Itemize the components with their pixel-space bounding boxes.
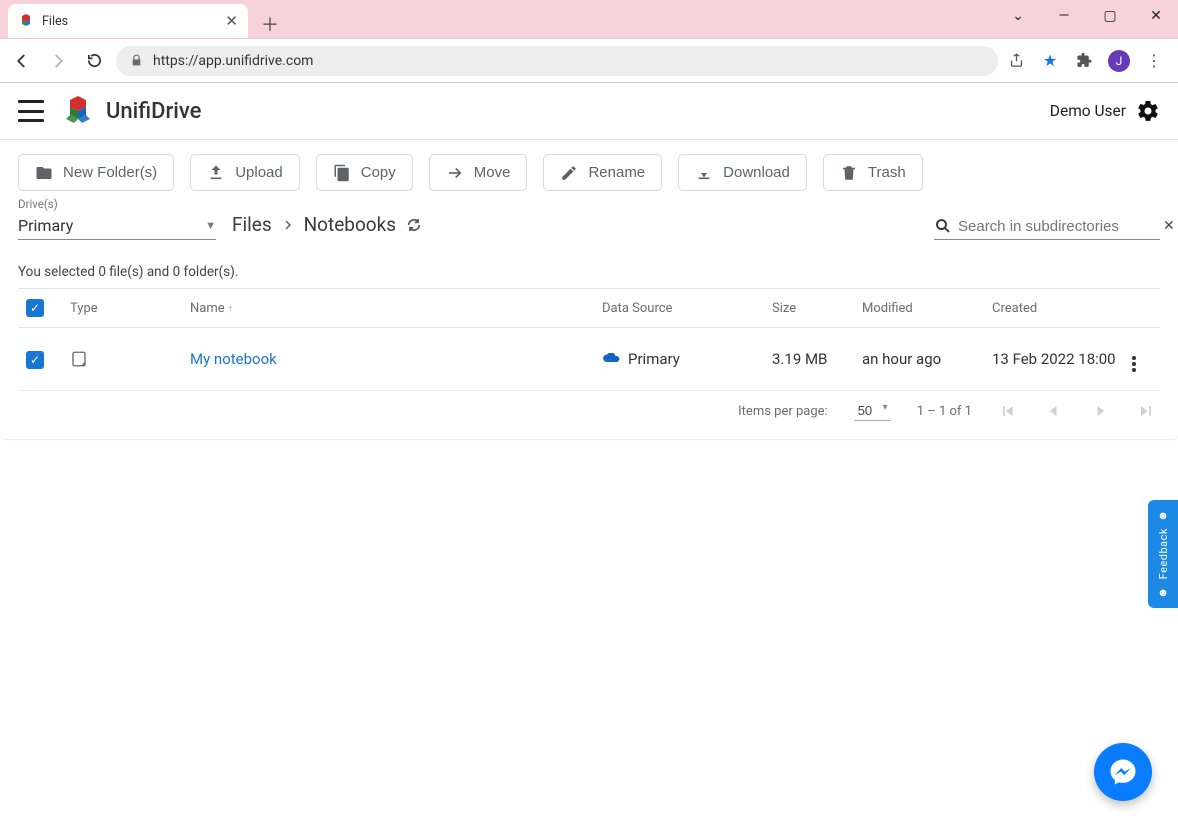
menu-toggle-button[interactable] [18,100,44,122]
rename-button[interactable]: Rename [543,154,662,191]
feedback-tab[interactable]: ☻ Feedback ☻ [1148,500,1178,608]
new-folder-button[interactable]: New Folder(s) [18,154,174,191]
minimize-button[interactable]: — [1050,6,1078,26]
tab-title: Files [42,14,68,29]
clear-search-icon[interactable]: ✕ [1163,218,1175,234]
col-modified[interactable]: Modified [854,289,984,328]
window-controls: ⌄ — ▢ ✕ [1004,6,1170,26]
copy-button[interactable]: Copy [316,154,413,191]
action-toolbar: New Folder(s) Upload Copy Move Rename Do… [18,154,1160,191]
col-size[interactable]: Size [764,289,854,328]
page-range: 1 – 1 of 1 [917,404,972,419]
download-button[interactable]: Download [678,154,807,191]
search-input[interactable] [958,218,1157,235]
created-value: 13 Feb 2022 18:00 [984,328,1124,391]
drive-select[interactable]: Drive(s) Primary ▼ [18,197,216,240]
col-created[interactable]: Created [984,289,1124,328]
trash-label: Trash [868,164,906,181]
app-header: UnifiDrive Demo User [0,83,1178,140]
move-button[interactable]: Move [429,154,528,191]
download-label: Download [723,164,790,181]
share-icon[interactable] [1006,51,1026,71]
search-box[interactable]: ✕ [934,217,1160,240]
drive-select-label: Drive(s) [18,197,216,211]
row-actions-menu-icon[interactable] [1132,356,1136,372]
url-text: https://app.unifidrive.com [153,53,313,69]
select-all-checkbox[interactable]: ✓ [26,299,44,317]
row-checkbox[interactable]: ✓ [26,351,44,369]
tab-favicon-icon [18,13,34,29]
extensions-icon[interactable] [1074,51,1094,71]
file-table: ✓ Type Name↑ Data Source Size Modified C… [18,288,1160,391]
col-name[interactable]: Name↑ [182,289,594,328]
breadcrumb-current[interactable]: Notebooks [304,213,396,236]
forward-button[interactable] [44,47,72,75]
search-icon [934,217,952,235]
settings-gear-icon[interactable] [1136,99,1160,123]
last-page-icon[interactable] [1136,401,1156,421]
close-window-button[interactable]: ✕ [1142,6,1170,26]
reload-button[interactable] [80,47,108,75]
col-data-source[interactable]: Data Source [594,289,764,328]
breadcrumb-root[interactable]: Files [232,213,272,236]
file-name-link[interactable]: My notebook [190,350,277,368]
messenger-fab[interactable] [1094,743,1152,801]
logo-icon [60,93,96,129]
selection-summary: You selected 0 file(s) and 0 folder(s). [18,264,1160,280]
modified-value: an hour ago [854,328,984,391]
lock-icon [130,54,143,67]
new-tab-button[interactable]: ＋ [256,10,284,38]
drive-breadcrumb-row: Drive(s) Primary ▼ Files Notebooks ✕ [18,197,1160,240]
browser-menu-icon[interactable]: ⋮ [1144,51,1164,71]
tab-close-icon[interactable]: ✕ [225,12,238,30]
first-page-icon[interactable] [998,401,1018,421]
logo-group[interactable]: UnifiDrive [60,93,201,129]
drive-select-value: Primary [18,216,73,235]
feedback-chat-icon: ☻ [1157,586,1169,599]
items-per-page-label: Items per page: [738,404,828,419]
rename-label: Rename [588,164,645,181]
maximize-button[interactable]: ▢ [1096,6,1124,26]
size-value: 3.19 MB [764,328,854,391]
url-input[interactable]: https://app.unifidrive.com [116,46,998,76]
browser-chrome: Files ✕ ＋ ⌄ — ▢ ✕ https://app.unifidrive… [0,0,1178,83]
upload-label: Upload [235,164,283,181]
sort-asc-icon: ↑ [228,302,234,315]
next-page-icon[interactable] [1090,401,1110,421]
main-content: New Folder(s) Upload Copy Move Rename Do… [0,140,1178,439]
pagination: Items per page: 50 1 – 1 of 1 [18,391,1160,431]
upload-button[interactable]: Upload [190,154,300,191]
onedrive-icon [602,353,620,365]
new-folder-label: New Folder(s) [63,164,157,181]
data-source-value: Primary [628,350,680,368]
table-row[interactable]: ✓ My notebook Primary 3.19 MB an hour ag… [18,328,1160,391]
address-bar: https://app.unifidrive.com ★ J ⋮ [0,38,1178,82]
feedback-face-icon: ☻ [1157,509,1169,522]
brand-name: UnifiDrive [106,99,201,124]
refresh-icon[interactable] [406,217,422,233]
user-name[interactable]: Demo User [1050,102,1126,120]
bookmark-star-icon[interactable]: ★ [1040,51,1060,71]
page-size-select[interactable]: 50 [854,401,891,421]
col-type[interactable]: Type [62,289,182,328]
browser-tab[interactable]: Files ✕ [8,4,248,38]
profile-avatar[interactable]: J [1108,50,1130,72]
trash-button[interactable]: Trash [823,154,923,191]
tab-strip: Files ✕ ＋ ⌄ — ▢ ✕ [0,0,1178,38]
notebook-type-icon [70,350,174,368]
breadcrumb: Files Notebooks [232,213,422,236]
chevron-right-icon [282,219,294,231]
prev-page-icon[interactable] [1044,401,1064,421]
dropdown-caret-icon: ▼ [205,219,216,232]
back-button[interactable] [8,47,36,75]
copy-label: Copy [361,164,396,181]
tab-search-chevron-icon[interactable]: ⌄ [1004,6,1032,26]
move-label: Move [474,164,511,181]
feedback-label: Feedback [1157,528,1170,579]
